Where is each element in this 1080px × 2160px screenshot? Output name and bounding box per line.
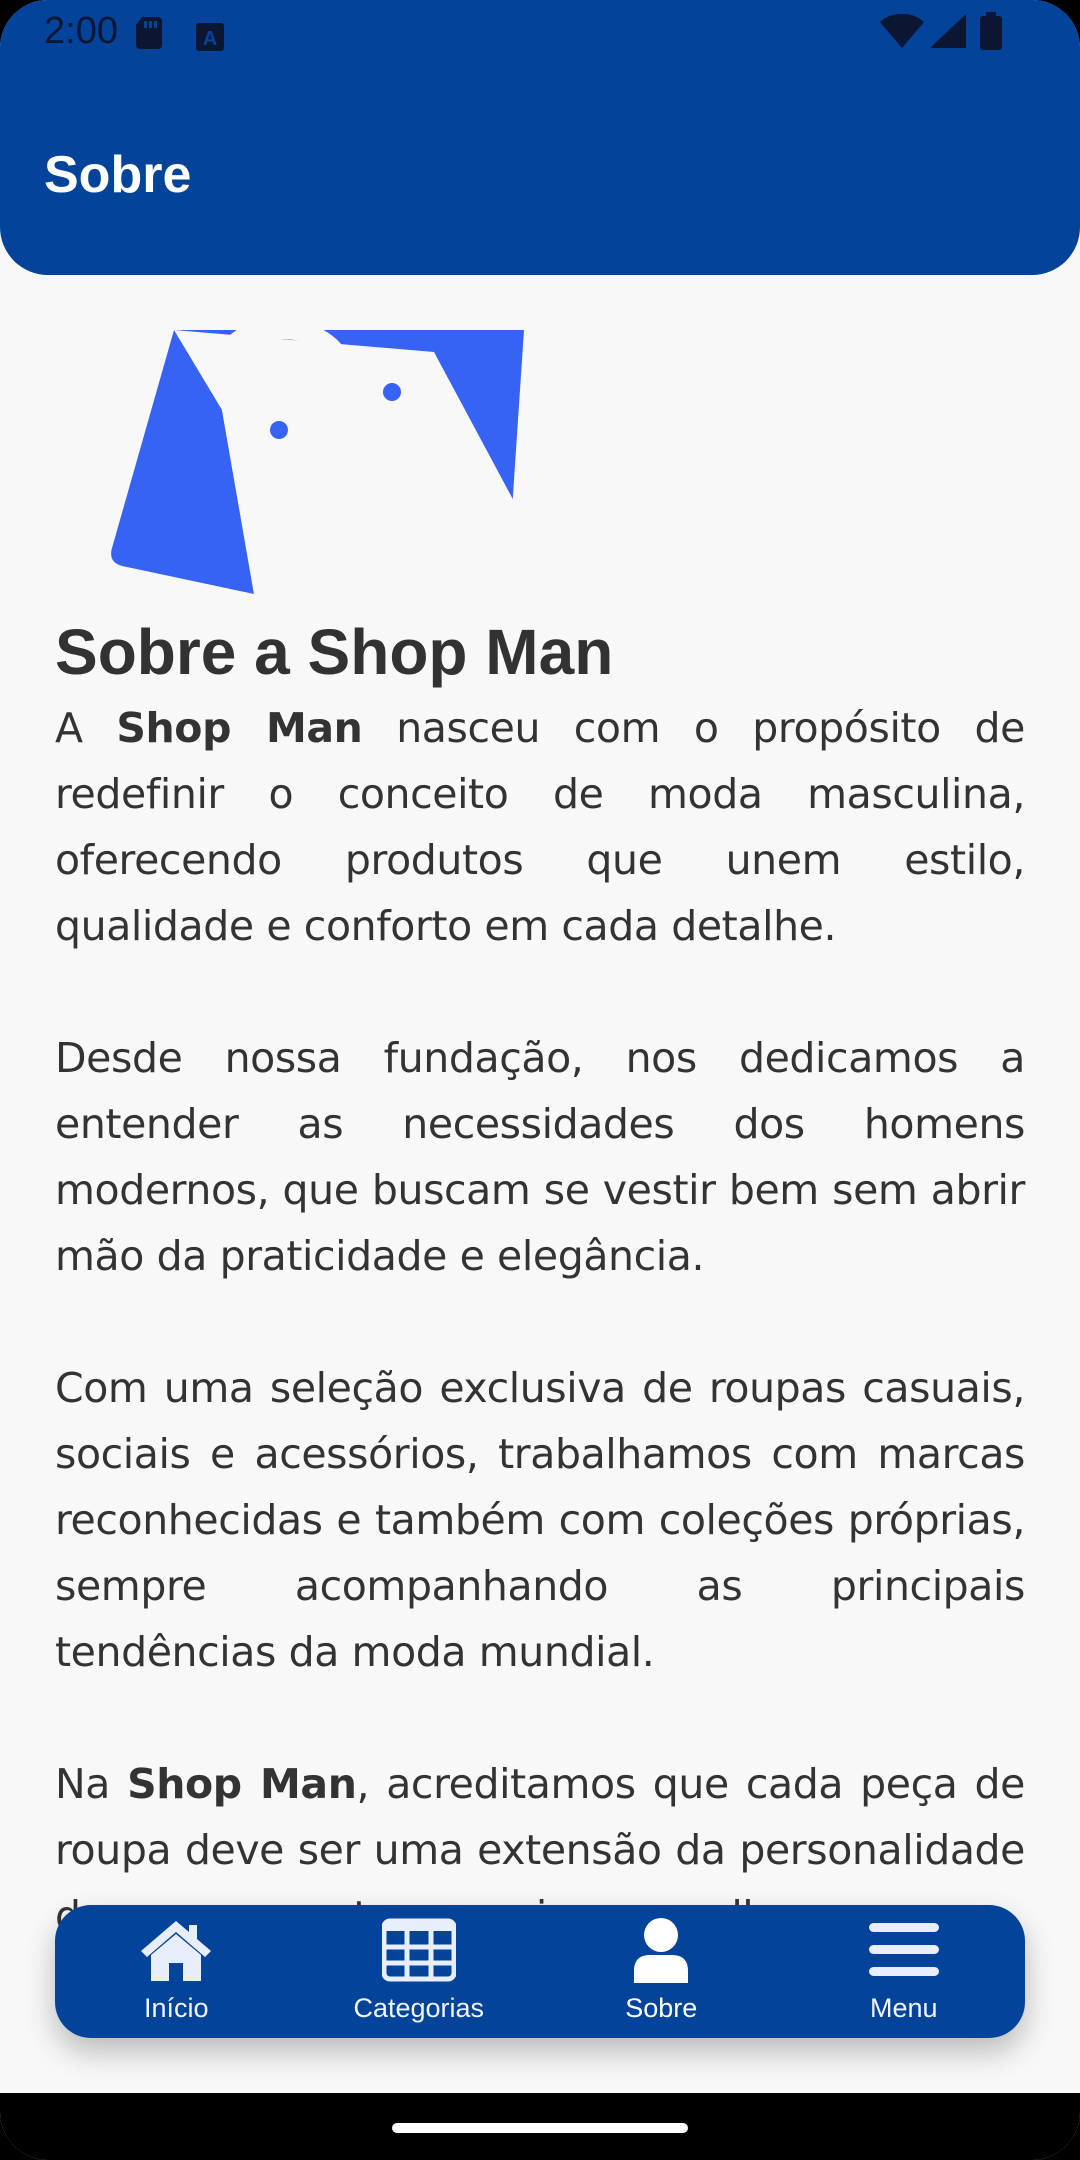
about-body: A Shop Man nasceu com o propósito de red… [55,695,1025,2015]
svg-text:A: A [203,28,217,50]
system-navigation-bar [0,2093,1080,2160]
brand-name: Shop Man [116,704,363,752]
status-bar: 2:00 A [0,0,1080,66]
menu-icon [868,1923,939,1976]
paragraph-1: A Shop Man nasceu com o propósito de red… [55,704,1025,950]
signal-icon [930,14,966,58]
about-content[interactable]: Sobre a Shop Man A Shop Man nasceu com o… [0,275,1080,2160]
home-gesture-handle[interactable] [392,2123,688,2133]
user-icon [634,1918,689,1983]
nav-label: Menu [869,1993,938,2023]
about-heading: Sobre a Shop Man [55,616,614,688]
nav-item-sobre[interactable]: Sobre [540,1905,782,2038]
page-title: Sobre [44,146,192,204]
bottom-navigation: Início Categorias Sobre Menu [55,1905,1025,2038]
status-time: 2:00 [44,10,118,52]
sd-card-icon [136,16,164,59]
nav-item-categorias[interactable]: Categorias [298,1905,540,2038]
app-bar: 2:00 A Sobre [0,0,1080,275]
nav-item-inicio[interactable]: Início [55,1905,297,2038]
nav-label: Categorias [353,1993,485,2023]
nav-label: Início [143,1993,209,2023]
paragraph-3: Com uma seleção exclusiva de roupas casu… [55,1364,1025,1676]
nav-item-menu[interactable]: Menu [783,1905,1025,2038]
paragraph-2: Desde nossa fundação, nos dedicamos a en… [55,1034,1025,1280]
battery-icon [980,12,1002,60]
home-icon [141,1921,212,1981]
nav-label: Sobre [625,1993,698,2023]
grid-icon [381,1918,456,1982]
screen: 2:00 A Sobre Sobre a Shop Man A Shop Man… [0,0,1080,2160]
keyboard-a-icon: A [196,18,224,61]
brand-name: Shop Man [127,1760,357,1808]
wifi-icon [880,13,924,58]
shopping-bag-logo-icon [111,330,524,594]
